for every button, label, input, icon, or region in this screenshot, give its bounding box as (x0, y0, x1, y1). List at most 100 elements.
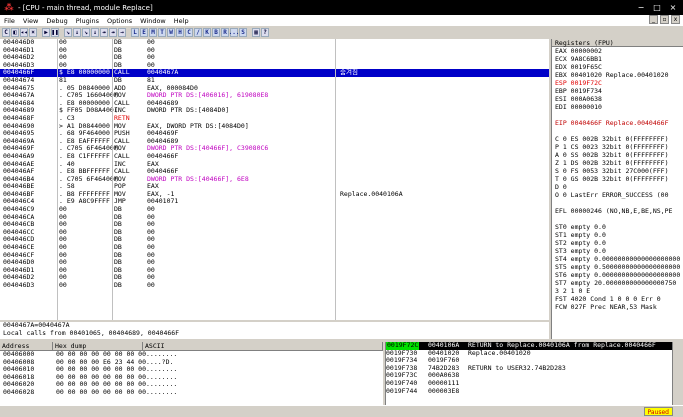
register-line[interactable]: ST3 empty 0.0 (552, 247, 683, 255)
stack-pane[interactable]: 0019F72C 0040106A RETURN to Replace.004010… (385, 342, 672, 405)
toolbar-button-4[interactable]: ▶ (42, 27, 50, 37)
register-line[interactable]: T 0 GS 002B 32bit 0(FFFFFFFF) (552, 175, 683, 183)
register-line[interactable]: ST4 empty 0.00000000000000000000 (552, 255, 683, 263)
disasm-row[interactable]: 0040466F $ E8 00000000 CALL 0040467A 숨겨짐 (0, 69, 549, 77)
disasm-row[interactable]: 004046D0 00 DB 00 (0, 259, 549, 267)
disasm-row[interactable]: 004046A9. E8 C1FFFFFF CALL 0040466F (0, 152, 549, 161)
disasm-row[interactable]: 004046D2 00 DB 00 (0, 54, 549, 62)
dump-header-hex[interactable]: Hex dump (53, 342, 143, 351)
menu-options[interactable]: Options (103, 17, 136, 25)
toolbar-button-0[interactable]: C (2, 27, 10, 37)
register-line[interactable]: EFL 00000246 (NO,NB,E,BE,NS,PE (552, 207, 683, 215)
register-line[interactable]: FST 4020 Cond 1 0 0 0 Err 0 (552, 295, 683, 303)
toolbar-window-button-5[interactable]: H (176, 27, 184, 37)
register-line[interactable]: ST1 empty 0.0 (552, 231, 683, 239)
disasm-row[interactable]: 004046D3 00 DB 00 (0, 281, 549, 290)
toolbar-button-1[interactable]: ◧ (11, 27, 19, 37)
toolbar-button-3[interactable]: × (29, 27, 37, 37)
register-line[interactable]: ST0 empty 0.0 (552, 223, 683, 231)
toolbar-button-7[interactable]: ↓ (73, 27, 81, 37)
dump-header-ascii[interactable]: ASCII (143, 342, 383, 351)
toolbar-window-button-9[interactable]: B (212, 27, 220, 37)
menu-plugins[interactable]: Plugins (72, 17, 103, 25)
register-line[interactable]: C 0 ES 002B 32bit 0(FFFFFFFF) (552, 135, 683, 143)
mdi-close-icon[interactable]: x (671, 15, 680, 24)
disasm-row[interactable]: 004046C9 00 DB 00 (0, 205, 549, 214)
register-line[interactable]: FCW 027F Prec NEAR,53 Mask (552, 303, 683, 311)
disassembly-pane[interactable]: 004046D0 00 DB 00 004046D1 00 DB 00 004046D2 00 DB… (0, 39, 549, 320)
disasm-row[interactable]: 004046D2 00 DB 00 (0, 274, 549, 282)
register-line[interactable]: ST2 empty 0.0 (552, 239, 683, 247)
register-line[interactable]: P 1 CS 0023 32bit 0(FFFFFFFF) (552, 143, 683, 151)
toolbar-button-10[interactable]: ↠ (100, 27, 108, 37)
register-line[interactable]: ECX 9A8C6BB1 (552, 55, 683, 63)
maximize-icon[interactable]: □ (651, 2, 663, 13)
register-line[interactable]: ESI 000A0638 (552, 95, 683, 103)
register-line[interactable]: D 0 (552, 183, 683, 191)
menu-view[interactable]: View (19, 17, 42, 25)
register-line[interactable]: A 0 SS 002B 32bit 0(FFFFFFFF) (552, 151, 683, 159)
register-line[interactable]: EBX 00401020 Replace.00401020 (552, 71, 683, 79)
toolbar-button-2[interactable]: ◂◂ (20, 27, 28, 37)
dump-pane[interactable]: 00406000 00 00 00 00 00 00 00 00........ 0… (0, 351, 383, 405)
disasm-row[interactable]: 004046B4. C705 6F46400(MOV DWORD PTR DS:[… (0, 175, 549, 184)
register-line[interactable]: 3 2 1 0 E (552, 287, 683, 295)
toolbar-button-8[interactable]: ↘ (82, 27, 90, 37)
register-line[interactable] (552, 127, 683, 135)
toolbar-extra-button-0[interactable]: ▦ (252, 27, 260, 37)
toolbar-button-5[interactable]: ❚❚ (51, 27, 59, 37)
menu-window[interactable]: Window (136, 17, 170, 25)
disasm-row[interactable]: 004046D1 00 DB 00 (0, 266, 549, 275)
disasm-row[interactable]: 004046CF 00 DB 00 (0, 251, 549, 260)
toolbar-window-button-12[interactable]: S (239, 27, 247, 37)
disasm-row[interactable]: 004046CA 00 DB 00 (0, 213, 549, 222)
toolbar-window-button-3[interactable]: T (158, 27, 166, 37)
toolbar-button-12[interactable]: → (118, 27, 126, 37)
dump-header-address[interactable]: Address (0, 342, 53, 351)
toolbar-button-6[interactable]: ↘ (64, 27, 72, 37)
disasm-row[interactable]: 00404689 $ FF05 D08A400(INC DWORD PTR DS:[… (0, 107, 549, 115)
register-line[interactable] (552, 199, 683, 207)
register-line[interactable]: ESP 0019F72C (552, 79, 683, 87)
menu-debug[interactable]: Debug (42, 17, 71, 25)
toolbar-window-button-1[interactable]: E (140, 27, 148, 37)
menu-help[interactable]: Help (170, 17, 193, 25)
register-line[interactable]: EAX 00000002 (552, 47, 683, 55)
toolbar-window-button-0[interactable]: L (131, 27, 139, 37)
register-line[interactable]: EDI 00000010 (552, 103, 683, 111)
disasm-row[interactable]: 004046CB 00 DB 00 (0, 221, 549, 229)
close-icon[interactable]: × (667, 2, 679, 13)
disasm-row[interactable]: 004046D0 00 DB 00 (0, 39, 549, 47)
register-line[interactable] (552, 111, 683, 119)
register-line[interactable]: ST7 empty 20.000000000000000750 (552, 279, 683, 287)
toolbar-button-11[interactable]: ↠ (109, 27, 117, 37)
disasm-row[interactable]: 004046D1 00 DB 00 (0, 46, 549, 55)
mdi-restore-icon[interactable]: ▫ (660, 15, 669, 24)
toolbar-window-button-8[interactable]: K (203, 27, 211, 37)
stack-row[interactable]: 0019F744 000003E8 (386, 387, 672, 396)
mdi-minimize-icon[interactable]: _ (649, 15, 658, 24)
register-line[interactable]: Z 1 DS 002B 32bit 0(FFFFFFFF) (552, 159, 683, 167)
disasm-row[interactable]: 004046CD 00 DB 00 (0, 236, 549, 244)
dump-row[interactable]: 00406028 00 00 00 00 00 00 00 00........ (0, 388, 383, 397)
registers-pane[interactable]: Registers (FPU) EAX 00000002 ECX 9A8C6BB1… (551, 39, 683, 339)
toolbar-window-button-2[interactable]: M (149, 27, 157, 37)
register-line[interactable]: EBP 0019F734 (552, 87, 683, 95)
disasm-row[interactable]: 004046C4. E9 A8C9FFFF JMP 00401071 (0, 198, 549, 206)
toolbar-button-9[interactable]: ↓ (91, 27, 99, 37)
toolbar-window-button-6[interactable]: C (185, 27, 193, 37)
register-line[interactable]: S 0 FS 0053 32bit 27C000(FFF) (552, 167, 683, 175)
menu-file[interactable]: File (0, 17, 19, 25)
minimize-icon[interactable]: − (635, 2, 647, 13)
register-line[interactable]: EIP 0040466F Replace.0040466F (552, 119, 683, 127)
toolbar-window-button-7[interactable]: / (194, 27, 202, 37)
register-line[interactable]: ST5 empty 0.50000000000000000000 (552, 263, 683, 271)
toolbar-extra-button-1[interactable]: ? (261, 27, 269, 37)
register-line[interactable]: EDX 0019F65C (552, 63, 683, 71)
disasm-row[interactable]: 004046CC 00 DB 00 (0, 228, 549, 237)
toolbar-window-button-11[interactable]: ... (229, 27, 239, 37)
register-line[interactable]: O 0 LastErr ERROR_SUCCESS (00 (552, 191, 683, 199)
disasm-row[interactable]: 004046CE 00 DB 00 (0, 243, 549, 252)
stack-scrollbar[interactable] (672, 342, 683, 405)
register-line[interactable]: ST6 empty 0.00000000000000000000 (552, 271, 683, 279)
